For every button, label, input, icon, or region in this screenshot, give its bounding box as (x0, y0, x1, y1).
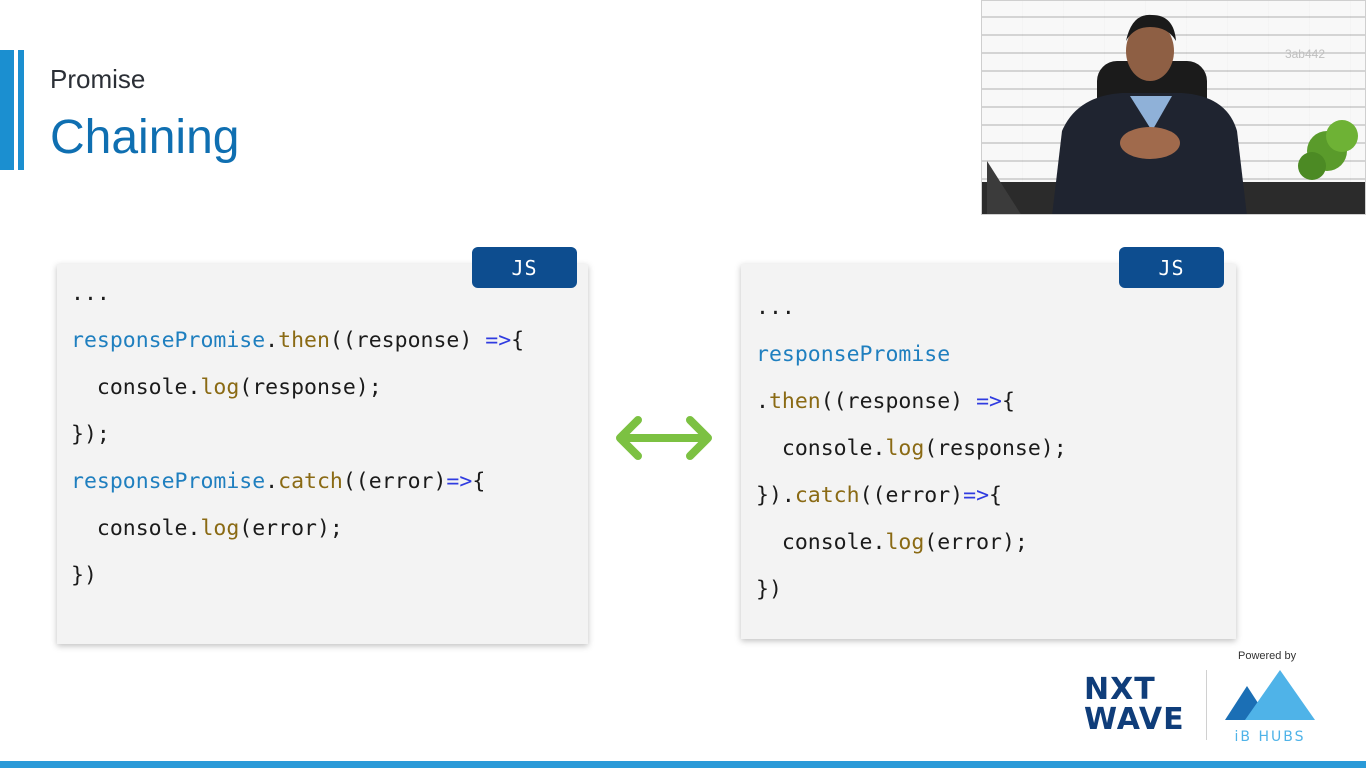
code-line: }) (756, 577, 782, 602)
code-line: console.log(response); (756, 436, 1067, 461)
ib-hubs-logo: iB HUBS (1225, 668, 1315, 745)
presenter-figure (987, 14, 1358, 214)
code-line: ... (756, 295, 795, 320)
code-line: .then((response) =>{ (756, 389, 1015, 414)
presenter-video: 3ab442 (981, 0, 1366, 215)
slide-subtitle: Promise (50, 64, 146, 94)
code-line: responsePromise.then((response) =>{ (71, 328, 525, 353)
code-line: }); (71, 422, 110, 447)
logo-divider (1206, 670, 1207, 740)
code-line: ... (71, 281, 110, 306)
header-accent-bar (0, 50, 14, 170)
video-id-label: 3ab442 (1284, 47, 1325, 61)
code-line: console.log(response); (71, 375, 382, 400)
code-line: console.log(error); (71, 516, 343, 541)
nxtwave-logo-line2: WAVE (1084, 702, 1185, 737)
code-block-left: ... responsePromise.then((response) =>{ c… (71, 270, 524, 599)
double-headed-arrow-icon (616, 416, 712, 460)
header-accent-bar-thin (18, 50, 24, 170)
nxtwave-logo: NXT WAVE (1084, 675, 1194, 737)
code-line: responsePromise.catch((error)=>{ (71, 469, 486, 494)
code-line: responsePromise (756, 342, 951, 367)
code-line: }).catch((error)=>{ (756, 483, 1002, 508)
code-line: }) (71, 563, 97, 588)
nxtwave-logo-line1: NXT (1084, 672, 1156, 707)
code-block-right: ... responsePromise .then((response) =>{ c… (756, 284, 1067, 613)
bottom-accent-bar (0, 761, 1366, 768)
ib-hubs-text: iB HUBS (1234, 729, 1306, 745)
ib-hubs-mountain-icon (1225, 670, 1315, 720)
slide-title: Chaining (50, 111, 240, 164)
code-line: console.log(error); (756, 530, 1028, 555)
powered-by-label: Powered by (1238, 650, 1297, 662)
js-badge-right: JS (1119, 247, 1224, 288)
